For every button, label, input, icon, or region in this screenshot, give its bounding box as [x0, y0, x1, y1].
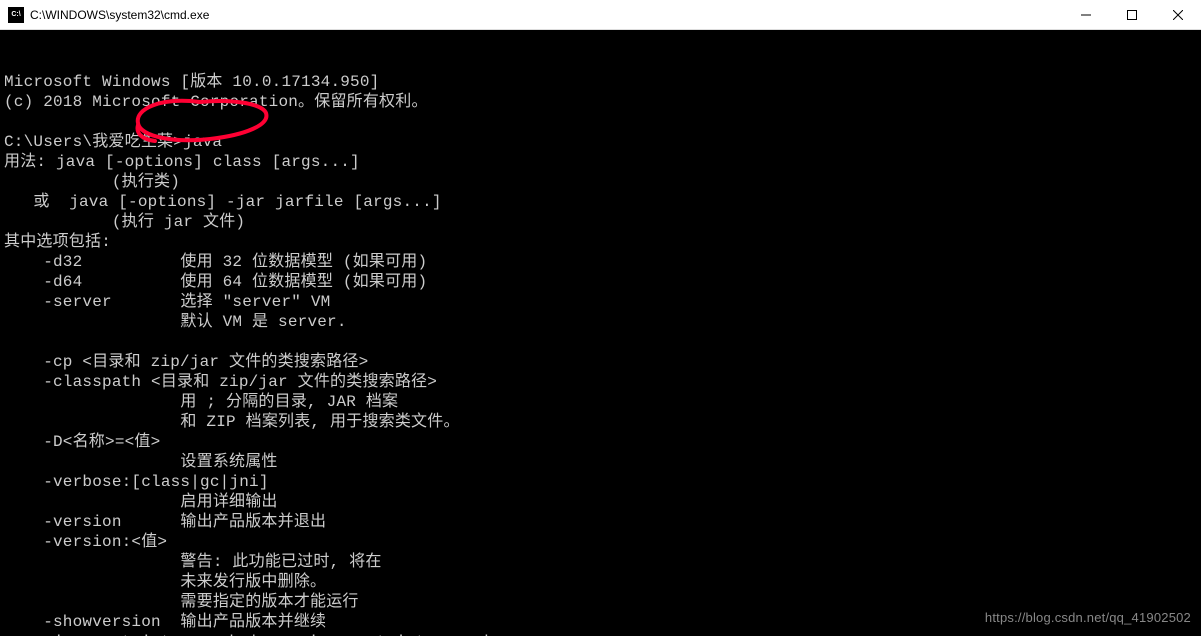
- window-titlebar: C:\ C:\WINDOWS\system32\cmd.exe: [0, 0, 1201, 30]
- close-button[interactable]: [1155, 0, 1201, 30]
- window-title: C:\WINDOWS\system32\cmd.exe: [30, 8, 1063, 22]
- terminal-line: 用 ; 分隔的目录, JAR 档案: [4, 392, 1197, 412]
- terminal-line: 设置系统属性: [4, 452, 1197, 472]
- terminal-line: 启用详细输出: [4, 492, 1197, 512]
- terminal-line: -server 选择 "server" VM: [4, 292, 1197, 312]
- terminal-line: [4, 332, 1197, 352]
- terminal-line: 其中选项包括:: [4, 232, 1197, 252]
- terminal-line: 警告: 此功能已过时, 将在: [4, 552, 1197, 572]
- terminal-line: -version:<值>: [4, 532, 1197, 552]
- maximize-button[interactable]: [1109, 0, 1155, 30]
- terminal-line: -classpath <目录和 zip/jar 文件的类搜索路径>: [4, 372, 1197, 392]
- terminal-line: Microsoft Windows [版本 10.0.17134.950]: [4, 72, 1197, 92]
- terminal-line: (执行类): [4, 172, 1197, 192]
- terminal-line: C:\Users\我爱吃生菜>java: [4, 132, 1197, 152]
- terminal-line: -version 输出产品版本并退出: [4, 512, 1197, 532]
- terminal-line: -d64 使用 64 位数据模型 (如果可用): [4, 272, 1197, 292]
- terminal-line: 用法: java [-options] class [args...]: [4, 152, 1197, 172]
- window-controls: [1063, 0, 1201, 29]
- terminal-line: -jre-restrict-search | -no-jre-restrict-…: [4, 632, 1197, 636]
- terminal-line: -d32 使用 32 位数据模型 (如果可用): [4, 252, 1197, 272]
- minimize-button[interactable]: [1063, 0, 1109, 30]
- terminal-line: (c) 2018 Microsoft Corporation。保留所有权利。: [4, 92, 1197, 112]
- terminal-line: 或 java [-options] -jar jarfile [args...]: [4, 192, 1197, 212]
- terminal-line: -D<名称>=<值>: [4, 432, 1197, 452]
- cmd-icon: C:\: [8, 7, 24, 23]
- terminal-line: [4, 112, 1197, 132]
- terminal-line: (执行 jar 文件): [4, 212, 1197, 232]
- terminal-line: 未来发行版中删除。: [4, 572, 1197, 592]
- watermark-text: https://blog.csdn.net/qq_41902502: [985, 608, 1191, 628]
- terminal-line: 和 ZIP 档案列表, 用于搜索类文件。: [4, 412, 1197, 432]
- terminal-output[interactable]: Microsoft Windows [版本 10.0.17134.950](c)…: [0, 30, 1201, 636]
- terminal-line: 默认 VM 是 server.: [4, 312, 1197, 332]
- terminal-line: -cp <目录和 zip/jar 文件的类搜索路径>: [4, 352, 1197, 372]
- terminal-line: -verbose:[class|gc|jni]: [4, 472, 1197, 492]
